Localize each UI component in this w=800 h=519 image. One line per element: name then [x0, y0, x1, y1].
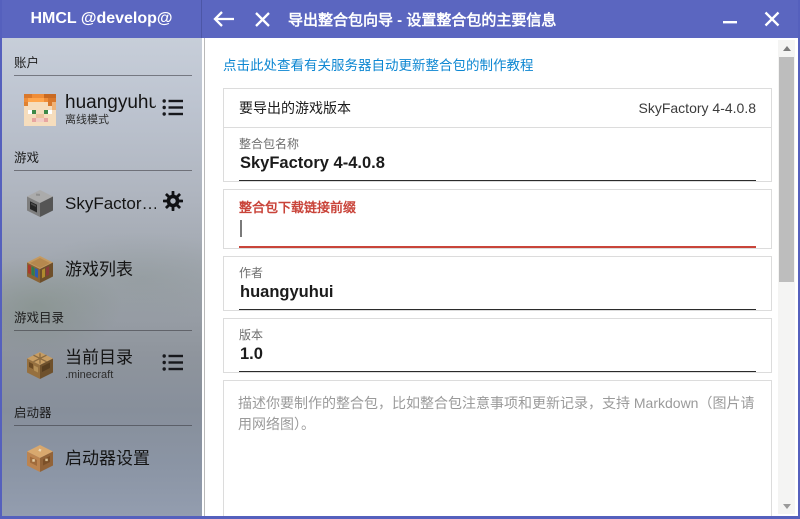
game-list-label: 游戏列表	[65, 259, 184, 280]
wizard-main-panel: 点击此处查看有关服务器自动更新整合包的制作教程 要导出的游戏版本 SkyFact…	[204, 38, 798, 516]
divider	[14, 425, 192, 426]
section-launcher: 启动器	[14, 402, 192, 421]
url-prefix-card: 整合包下载链接前缀	[223, 189, 772, 249]
scroll-up-button[interactable]	[778, 40, 795, 56]
url-prefix-label: 整合包下载链接前缀	[239, 197, 756, 216]
current-directory-path: .minecraft	[65, 369, 156, 382]
current-game-label: SkyFactor…	[65, 193, 156, 214]
sidebar-item-account[interactable]: huangyuhui 离线模式	[2, 88, 202, 131]
minimize-button[interactable]	[718, 7, 742, 31]
wizard-content: 点击此处查看有关服务器自动更新整合包的制作教程 要导出的游戏版本 SkyFact…	[223, 38, 772, 516]
author-label: 作者	[239, 264, 756, 281]
sidebar-item-launcher-settings[interactable]: 启动器设置	[2, 438, 202, 478]
chevron-up-icon	[783, 46, 791, 51]
url-prefix-input[interactable]	[239, 216, 756, 248]
author-card: 作者	[223, 256, 772, 311]
cancel-wizard-button[interactable]	[250, 7, 274, 31]
app-title: HMCL @develop@	[2, 0, 202, 38]
command-block-icon	[24, 442, 56, 474]
modpack-name-input[interactable]	[239, 152, 756, 181]
divider	[14, 330, 192, 331]
close-icon	[764, 11, 780, 27]
account-name: huangyuhui	[65, 92, 156, 113]
author-input[interactable]	[239, 281, 756, 310]
section-game: 游戏	[14, 147, 192, 166]
sidebar-item-current-game[interactable]: SkyFactor…	[2, 183, 202, 223]
wizard-header: 导出整合包向导 - 设置整合包的主要信息	[202, 0, 798, 38]
game-version-row: 要导出的游戏版本 SkyFactory 4-4.0.8	[223, 88, 772, 128]
current-directory-label: 当前目录	[65, 347, 156, 368]
back-arrow-icon	[213, 11, 235, 27]
avatar	[24, 94, 56, 126]
text-caret	[240, 220, 242, 237]
description-card	[223, 380, 772, 519]
description-textarea[interactable]	[224, 381, 771, 519]
modpack-name-label: 整合包名称	[239, 135, 756, 152]
account-mode: 离线模式	[65, 114, 156, 127]
launcher-settings-label: 启动器设置	[65, 448, 184, 469]
hmcl-window: HMCL @develop@ 导出整合包向导 - 设置整合包的主要信息	[0, 0, 800, 519]
titlebar: HMCL @develop@ 导出整合包向导 - 设置整合包的主要信息	[2, 0, 798, 38]
version-card: 版本	[223, 318, 772, 373]
game-version-value: SkyFactory 4-4.0.8	[639, 100, 757, 116]
game-settings-gear-icon[interactable]	[162, 190, 184, 217]
scrollbar[interactable]	[778, 40, 795, 514]
close-icon	[255, 12, 270, 27]
window-close-button[interactable]	[760, 7, 784, 31]
crafting-table-icon	[24, 349, 56, 381]
back-button[interactable]	[212, 7, 236, 31]
section-directory: 游戏目录	[14, 307, 192, 326]
chevron-down-icon	[783, 504, 791, 509]
directory-list-icon[interactable]	[162, 353, 184, 377]
sidebar: 账户 huangyuhui 离线模式	[2, 38, 202, 516]
modpack-name-card: 整合包名称	[223, 127, 772, 182]
scroll-down-button[interactable]	[778, 498, 795, 514]
game-version-label: 要导出的游戏版本	[239, 98, 351, 118]
divider	[14, 75, 192, 76]
account-list-icon[interactable]	[162, 98, 184, 122]
scrollbar-thumb[interactable]	[779, 57, 794, 282]
furnace-icon	[24, 187, 56, 219]
version-label: 版本	[239, 326, 756, 343]
version-input[interactable]	[239, 343, 756, 372]
minimize-icon	[723, 12, 737, 26]
sidebar-item-current-directory[interactable]: 当前目录 .minecraft	[2, 343, 202, 386]
tutorial-link[interactable]: 点击此处查看有关服务器自动更新整合包的制作教程	[223, 54, 534, 74]
bookshelf-icon	[24, 253, 56, 285]
section-account: 账户	[14, 52, 192, 71]
divider	[14, 170, 192, 171]
wizard-title: 导出整合包向导 - 设置整合包的主要信息	[288, 9, 556, 30]
sidebar-item-game-list[interactable]: 游戏列表	[2, 249, 202, 289]
